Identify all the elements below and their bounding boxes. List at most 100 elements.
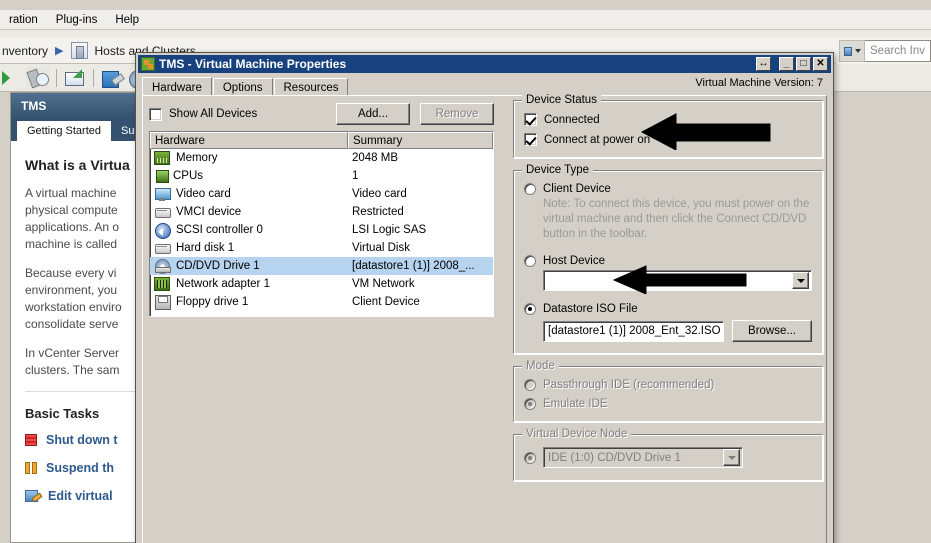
menu-item-help[interactable]: Help	[106, 12, 148, 28]
hardware-summary: 1	[352, 170, 359, 182]
column-header-hardware[interactable]: Hardware	[150, 132, 348, 149]
passthrough-ide-row: Passthrough IDE (recommended)	[524, 379, 812, 391]
column-header-summary[interactable]: Summary	[348, 132, 493, 149]
emulate-ide-label: Emulate IDE	[543, 398, 608, 410]
iso-path-row: [datastore1 (1)] 2008_Ent_32.ISO Browse.…	[543, 320, 812, 342]
device-settings-panel: Device Status Connected Connect at power…	[513, 94, 823, 493]
hardware-name: CPUs	[173, 170, 204, 182]
search-scope-icon	[843, 46, 852, 56]
table-row-selected[interactable]: CD/DVD Drive 1 [datastore1 (1)] 2008_...	[150, 257, 493, 275]
device-status-title: Device Status	[522, 94, 601, 106]
table-row[interactable]: Video card Video card	[150, 185, 493, 203]
hosts-clusters-icon	[70, 42, 88, 59]
table-row[interactable]: Memory 2048 MB	[150, 149, 493, 167]
chevron-down-icon[interactable]	[792, 272, 809, 289]
breadcrumb-inventory[interactable]: nventory	[2, 44, 48, 58]
connected-label[interactable]: Connected	[544, 114, 600, 126]
connect-at-power-on-row[interactable]: Connect at power on	[524, 133, 812, 146]
table-row[interactable]: Network adapter 1 VM Network	[150, 275, 493, 293]
table-row[interactable]: SCSI controller 0 LSI Logic SAS	[150, 221, 493, 239]
dialog-titlebar[interactable]: TMS - Virtual Machine Properties ↔ _ □ ✕	[138, 55, 831, 73]
connected-checkbox[interactable]	[524, 113, 537, 126]
wrench-clock-icon[interactable]	[26, 66, 50, 89]
edit-icon	[25, 489, 39, 503]
iso-path-input[interactable]: [datastore1 (1)] 2008_Ent_32.ISO	[543, 320, 724, 342]
hardware-name: Hard disk 1	[176, 242, 235, 254]
browse-button[interactable]: Browse...	[732, 320, 812, 342]
hardware-summary: Video card	[352, 188, 407, 200]
passthrough-ide-label: Passthrough IDE (recommended)	[543, 379, 715, 391]
chevron-down-icon	[854, 49, 861, 53]
connect-at-power-on-checkbox[interactable]	[524, 133, 537, 146]
tab-getting-started[interactable]: Getting Started	[17, 121, 111, 141]
toolbar-divider	[56, 68, 57, 87]
host-device-combobox[interactable]	[543, 270, 812, 291]
chevron-down-icon	[723, 449, 740, 466]
hardware-list-header: Hardware Summary	[150, 132, 493, 149]
dialog-title: TMS - Virtual Machine Properties	[159, 57, 347, 71]
search-input[interactable]: Search Inv	[865, 40, 931, 62]
floppy-icon	[154, 295, 171, 310]
scsi-icon	[154, 223, 171, 239]
hardware-summary: Virtual Disk	[352, 242, 410, 254]
pause-icon	[25, 462, 37, 474]
deploy-template-icon[interactable]	[63, 67, 87, 89]
client-device-radio[interactable]	[524, 183, 536, 195]
virtual-device-node-combobox: IDE (1:0) CD/DVD Drive 1	[543, 447, 743, 468]
show-all-devices-label[interactable]: Show All Devices	[169, 108, 257, 120]
cpu-icon	[156, 169, 169, 183]
host-device-radio[interactable]	[524, 255, 536, 267]
client-device-row[interactable]: Client Device	[524, 183, 812, 195]
hardware-summary: LSI Logic SAS	[352, 224, 427, 236]
show-all-devices-checkbox[interactable]	[149, 107, 162, 121]
vm-version-label: Virtual Machine Version: 7	[695, 77, 823, 89]
tab-hardware[interactable]: Hardware	[142, 77, 212, 97]
connect-at-power-on-label[interactable]: Connect at power on	[544, 134, 650, 146]
menu-item-administration[interactable]: ration	[0, 12, 47, 28]
chevron-right-icon: ▶	[55, 45, 64, 57]
virtual-device-node-row: IDE (1:0) CD/DVD Drive 1	[524, 447, 812, 468]
hardware-summary: VM Network	[352, 278, 415, 290]
client-device-label[interactable]: Client Device	[543, 183, 611, 195]
minimize-button[interactable]: _	[779, 57, 794, 71]
table-row[interactable]: VMCI device Restricted	[150, 203, 493, 221]
datastore-iso-radio[interactable]	[524, 303, 536, 315]
network-icon	[154, 277, 170, 291]
harddisk-icon	[154, 241, 171, 255]
virtual-device-node-value: IDE (1:0) CD/DVD Drive 1	[548, 451, 681, 464]
table-row[interactable]: CPUs 1	[150, 167, 493, 185]
host-device-row[interactable]: Host Device	[524, 255, 812, 267]
datastore-iso-label[interactable]: Datastore ISO File	[543, 303, 638, 315]
device-status-group: Device Status Connected Connect at power…	[513, 94, 823, 158]
menu-bar: ration Plug-ins Help	[0, 10, 931, 30]
hardware-list[interactable]: Hardware Summary Memory 2048 MB CPUs 1 V…	[149, 131, 494, 317]
emulate-ide-row: Emulate IDE	[524, 398, 812, 410]
resize-button[interactable]: ↔	[756, 57, 771, 71]
close-button[interactable]: ✕	[813, 57, 828, 71]
search-scope-button[interactable]	[839, 40, 865, 62]
table-row[interactable]: Floppy drive 1 Client Device	[150, 293, 493, 311]
emulate-ide-radio	[524, 398, 536, 410]
hardware-toolbar: Show All Devices Add... Remove	[149, 102, 494, 126]
host-device-label[interactable]: Host Device	[543, 255, 605, 267]
screen: ration Plug-ins Help nventory ▶ Hosts an…	[0, 0, 931, 543]
maximize-button[interactable]: □	[796, 57, 811, 71]
back-arrow-icon[interactable]	[0, 67, 24, 89]
hardware-name: CD/DVD Drive 1	[176, 260, 260, 272]
datastore-iso-row[interactable]: Datastore ISO File	[524, 303, 812, 315]
vmci-icon	[154, 205, 171, 219]
mode-title: Mode	[522, 360, 559, 372]
device-type-group: Device Type Client Device Note: To conne…	[513, 164, 823, 354]
menu-item-plugins[interactable]: Plug-ins	[47, 12, 107, 28]
passthrough-ide-radio	[524, 379, 536, 391]
video-icon	[154, 187, 171, 201]
table-row[interactable]: Hard disk 1 Virtual Disk	[150, 239, 493, 257]
connected-row[interactable]: Connected	[524, 113, 812, 126]
hardware-summary: Client Device	[352, 296, 420, 308]
add-button[interactable]: Add...	[336, 103, 410, 125]
virtual-device-node-radio	[524, 451, 536, 464]
save-icon[interactable]	[100, 67, 124, 89]
hardware-name: Network adapter 1	[176, 278, 270, 290]
dialog-body: Show All Devices Add... Remove Hardware …	[142, 94, 827, 543]
hardware-summary: [datastore1 (1)] 2008_...	[352, 260, 475, 272]
